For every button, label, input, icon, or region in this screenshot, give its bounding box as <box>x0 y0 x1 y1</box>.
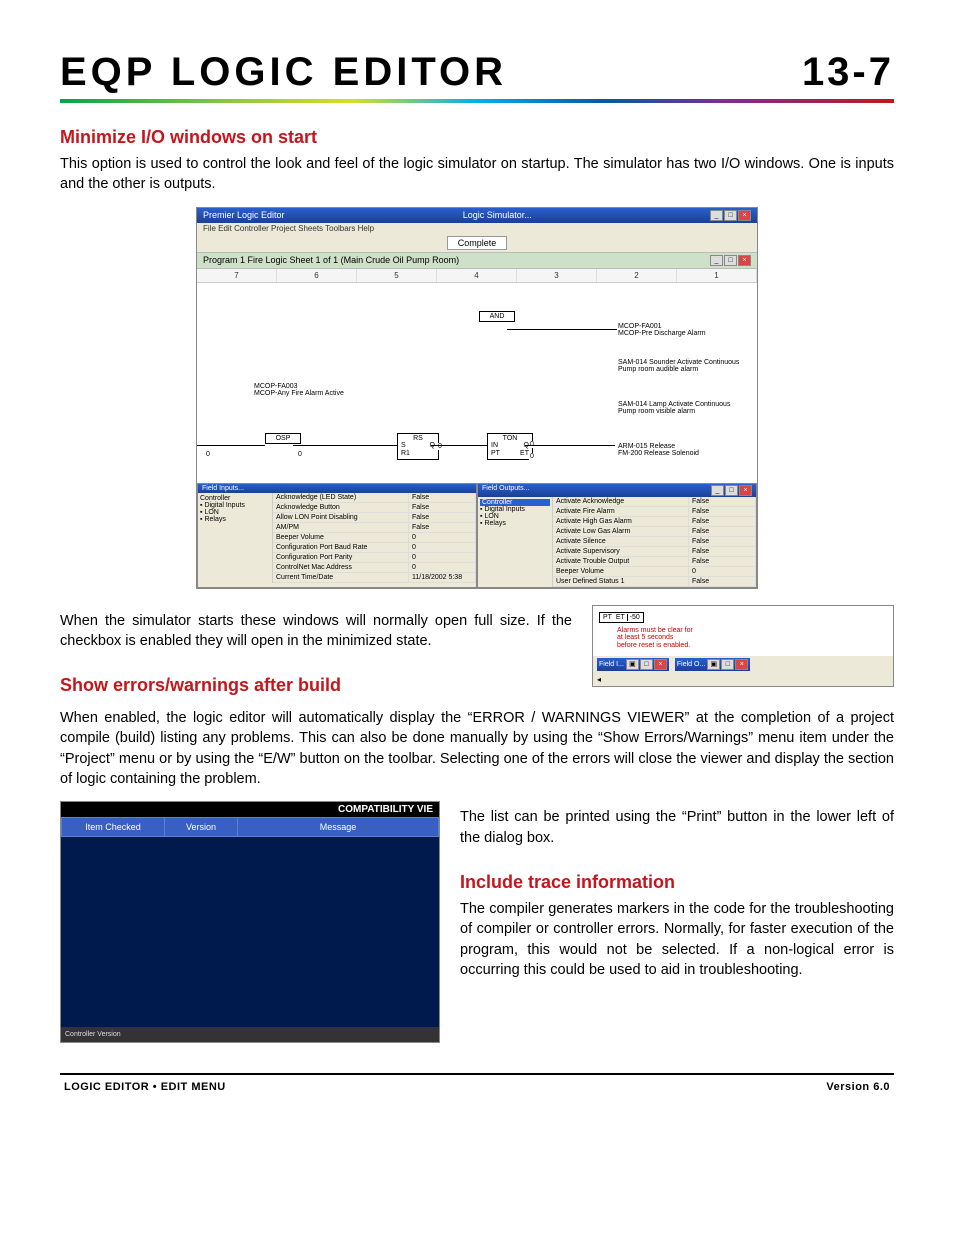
heading-include-trace: Include trace information <box>460 872 894 893</box>
rs-block[interactable]: RS SQ R1 <box>397 433 439 460</box>
sim-title: Logic Simulator... <box>463 210 532 221</box>
complete-button[interactable]: Complete <box>447 236 508 250</box>
para-print-list: The list can be printed using the “Print… <box>460 807 894 848</box>
heading-minimize-io: Minimize I/O windows on start <box>60 127 894 148</box>
page-number: 13-7 <box>802 50 894 95</box>
logic-canvas[interactable]: AND MCOP-FA001 MCOP-Pre Discharge Alarm … <box>197 283 757 483</box>
label-mcopfa001: MCOP-FA001 MCOP-Pre Discharge Alarm <box>617 323 707 338</box>
min-field-outputs[interactable]: Field O... ▣□× <box>675 658 750 671</box>
label-arm015: ARM-015 Release FM-200 Release Solenoid <box>617 443 700 458</box>
zero-label-5: 0 <box>529 453 535 461</box>
col-item-checked[interactable]: Item Checked <box>62 818 165 837</box>
zero-label-2: 0 <box>297 451 303 459</box>
column-ruler: 7 6 5 4 3 2 1 <box>197 269 757 283</box>
col-message[interactable]: Message <box>238 818 439 837</box>
figure-logic-editor-screenshot: Premier Logic Editor Logic Simulator... … <box>196 207 758 589</box>
field-outputs-panel[interactable]: Field Outputs... _□× Controller ▪ Digita… <box>477 483 757 588</box>
figure-minimized-io: PT ET -50 Alarms must be clear for at le… <box>592 605 894 687</box>
and-block[interactable]: AND <box>479 311 515 323</box>
compat-title: COMPATIBILITY VIE <box>61 802 439 817</box>
osp-block[interactable]: OSP <box>265 433 301 445</box>
label-sam014-lamp: SAM-014 Lamp Activate Continuous Pump ro… <box>617 401 731 416</box>
header-rule <box>60 99 894 103</box>
para-minimize-io: This option is used to control the look … <box>60 154 894 195</box>
para-show-errors: When enabled, the logic editor will auto… <box>60 708 894 789</box>
footer-rule <box>60 1073 894 1075</box>
sheet-window-buttons[interactable]: _□× <box>710 255 751 266</box>
field-inputs-panel[interactable]: Field Inputs... Controller ▪ Digital Inp… <box>197 483 477 588</box>
label-mcopfa003: MCOP-FA003 MCOP-Any Fire Alarm Active <box>253 383 345 398</box>
footer-left: LOGIC EDITOR • EDIT MENU <box>64 1081 226 1093</box>
compat-footer: Controller Version <box>61 1027 439 1042</box>
menu-bar[interactable]: File Edit Controller Project Sheets Tool… <box>197 223 757 234</box>
para-after-fig1: When the simulator starts these windows … <box>60 611 572 652</box>
program-tab[interactable]: Program 1 Fire Logic Sheet 1 of 1 (Main … <box>203 255 459 265</box>
ton-block[interactable]: TON INQ PTET <box>487 433 533 460</box>
app-title: Premier Logic Editor <box>203 210 285 221</box>
heading-show-errors: Show errors/warnings after build <box>60 675 572 696</box>
ton-block-small: PT ET -50 <box>599 612 644 623</box>
zero-label-1: 0 <box>205 451 211 459</box>
para-include-trace: The compiler generates markers in the co… <box>460 899 894 980</box>
window-buttons[interactable]: _□× <box>710 210 751 221</box>
label-sam014-sounder: SAM-014 Sounder Activate Continuous Pump… <box>617 359 740 374</box>
col-version[interactable]: Version <box>165 818 238 837</box>
doc-title: EQP LOGIC EDITOR <box>60 50 507 95</box>
figure-compatibility-viewer: COMPATIBILITY VIE Item Checked Version M… <box>60 801 440 1043</box>
footer-version: Version 6.0 <box>826 1081 890 1093</box>
alarm-note: Alarms must be clear for at least 5 seco… <box>617 627 887 650</box>
min-field-inputs[interactable]: Field I... ▣□× <box>597 658 669 671</box>
